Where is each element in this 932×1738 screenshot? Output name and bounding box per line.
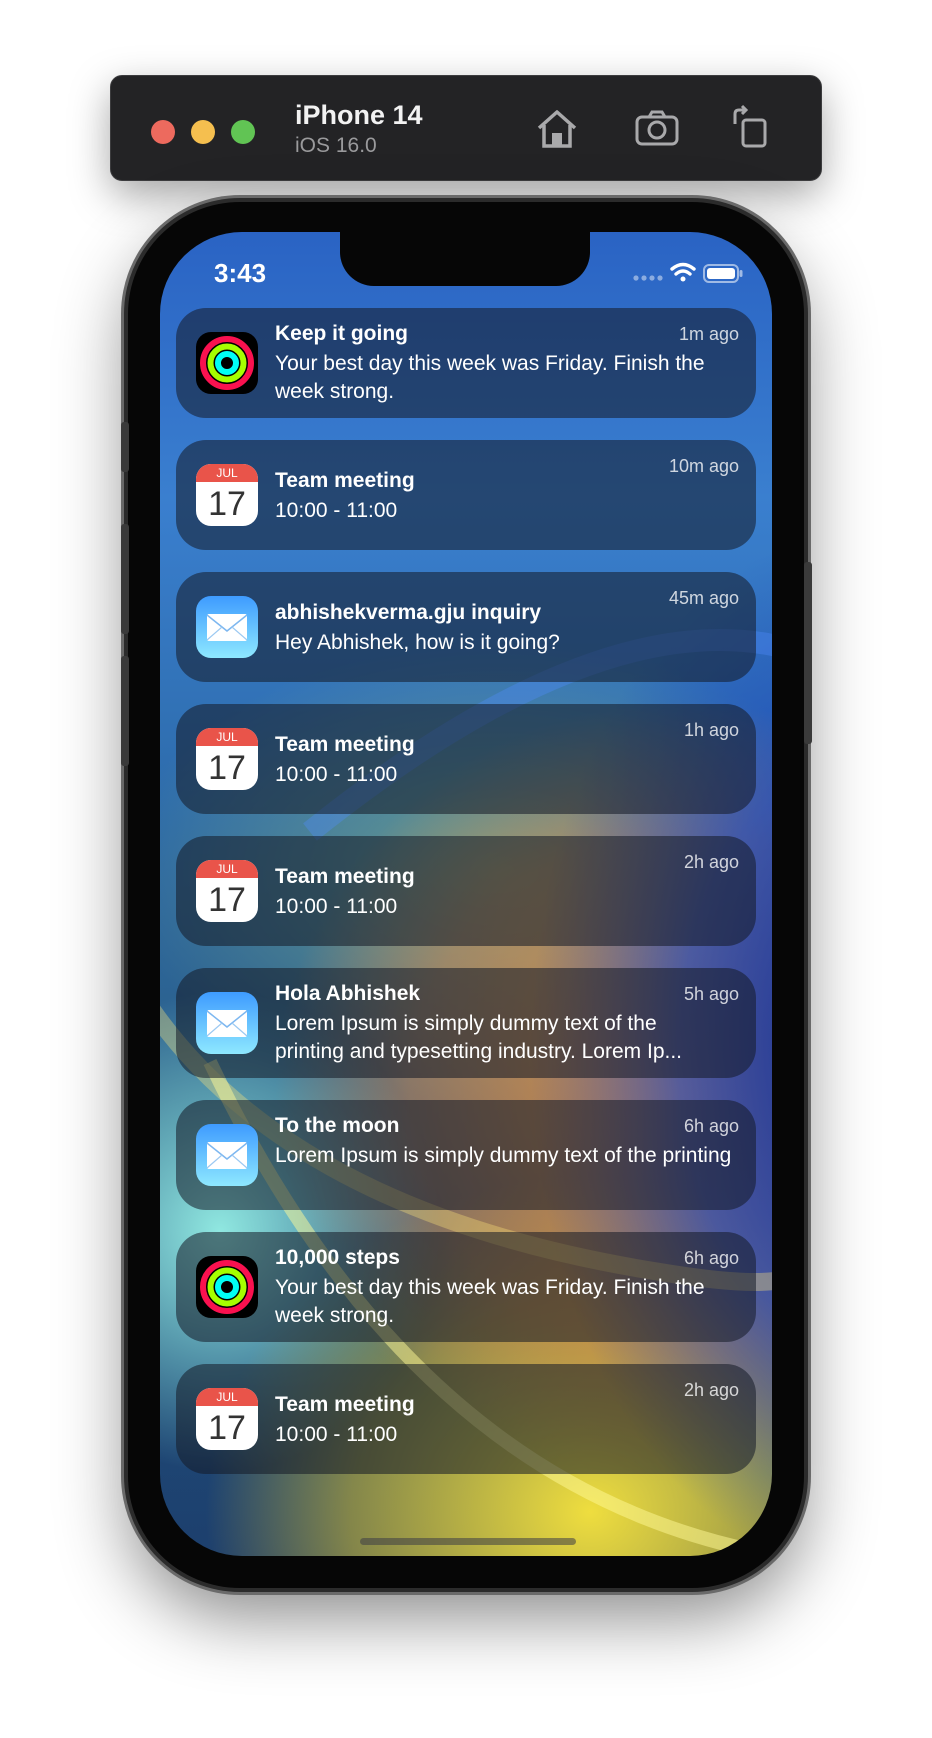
- notification-card[interactable]: To the moon Lorem Ipsum is simply dummy …: [176, 1100, 756, 1210]
- calendar-day: 17: [208, 1409, 246, 1447]
- notification-card[interactable]: 10,000 steps Your best day this week was…: [176, 1232, 756, 1342]
- silent-switch: [121, 422, 129, 472]
- notification-title: 10,000 steps: [275, 1246, 400, 1269]
- power-button: [804, 562, 812, 744]
- notification-time: 10m ago: [668, 456, 739, 476]
- calendar-app-icon: JUL 17: [196, 860, 258, 922]
- notification-card[interactable]: JUL 17 Team meeting 10:00 - 11:00 2h ago: [176, 1364, 756, 1474]
- os-version: iOS 16.0: [295, 134, 377, 157]
- signal-dots-icon: [633, 275, 663, 281]
- notification-body: Your best day this week was Friday. Fini…: [275, 352, 705, 403]
- notification-body: 10:00 - 11:00: [275, 1423, 398, 1446]
- calendar-month: JUL: [196, 728, 258, 746]
- calendar-day: 17: [208, 881, 246, 919]
- notification-title: Hola Abhishek: [275, 982, 421, 1005]
- calendar-month: JUL: [196, 1388, 258, 1406]
- notification-time: 6h ago: [683, 1116, 739, 1136]
- dynamic-notch: [340, 232, 590, 286]
- calendar-app-icon: JUL 17: [196, 464, 258, 526]
- activity-app-icon: [196, 332, 258, 394]
- home-indicator[interactable]: [360, 1538, 576, 1545]
- notification-body-line1: Lorem Ipsum is simply dummy text of the: [275, 1012, 657, 1035]
- notification-time: 45m ago: [668, 588, 739, 608]
- notification-title: abhishekverma.gju inquiry: [275, 601, 542, 624]
- notification-title: Team meeting: [275, 733, 415, 756]
- activity-app-icon: [196, 1256, 258, 1318]
- calendar-month: JUL: [196, 860, 258, 878]
- notification-title: Team meeting: [275, 469, 415, 492]
- wifi-icon: [670, 262, 696, 282]
- notification-title: To the moon: [275, 1114, 400, 1137]
- simulator-toolbar: iPhone 14 iOS 16.0: [110, 75, 822, 181]
- notification-time: 1m ago: [678, 324, 739, 344]
- calendar-month: JUL: [196, 464, 258, 482]
- calendar-app-icon: JUL 17: [196, 1388, 258, 1450]
- notification-card[interactable]: JUL 17 Team meeting 10:00 - 11:00 1h ago: [176, 704, 756, 814]
- notification-time: 2h ago: [683, 1380, 739, 1400]
- rotate-icon[interactable]: [727, 104, 775, 152]
- notification-body: 10:00 - 11:00: [275, 499, 398, 522]
- notification-body: Lorem Ipsum is simply dummy text of the …: [275, 1144, 732, 1167]
- notification-time: 5h ago: [683, 984, 739, 1004]
- notification-body-line2: printing and typesetting industry. Lorem…: [275, 1040, 682, 1063]
- device-name: iPhone 14: [295, 100, 423, 130]
- notification-card[interactable]: JUL 17 Team meeting 10:00 - 11:00 10m ag…: [176, 440, 756, 550]
- volume-down-button: [121, 656, 129, 766]
- notification-time: 6h ago: [683, 1248, 739, 1268]
- notification-body: Hey Abhishek, how is it going?: [275, 631, 560, 654]
- screenshot-camera-icon[interactable]: [633, 104, 681, 152]
- notification-title: Keep it going: [275, 322, 408, 345]
- mail-app-icon: [196, 992, 258, 1054]
- calendar-day: 17: [208, 485, 246, 523]
- notification-body: 10:00 - 11:00: [275, 895, 398, 918]
- minimize-window-button[interactable]: [191, 120, 215, 144]
- status-time: 3:43: [214, 258, 267, 288]
- home-icon[interactable]: [533, 104, 581, 152]
- calendar-day: 17: [208, 749, 246, 787]
- notification-card[interactable]: Hola Abhishek Lorem Ipsum is simply dumm…: [176, 968, 756, 1078]
- notification-card[interactable]: Keep it going Your best day this week wa…: [176, 308, 756, 418]
- notification-body: 10:00 - 11:00: [275, 763, 398, 786]
- zoom-window-button[interactable]: [231, 120, 255, 144]
- mail-app-icon: [196, 596, 258, 658]
- mail-app-icon: [196, 1124, 258, 1186]
- battery-icon: [703, 264, 743, 283]
- notification-body: Your best day this week was Friday. Fini…: [275, 1276, 705, 1327]
- notification-time: 2h ago: [683, 852, 739, 872]
- close-window-button[interactable]: [151, 120, 175, 144]
- status-icons: [633, 262, 743, 283]
- notification-title: Team meeting: [275, 865, 415, 888]
- notification-card[interactable]: abhishekverma.gju inquiry Hey Abhishek, …: [176, 572, 756, 682]
- notification-time: 1h ago: [683, 720, 739, 740]
- notification-title: Team meeting: [275, 1393, 415, 1416]
- notification-card[interactable]: JUL 17 Team meeting 10:00 - 11:00 2h ago: [176, 836, 756, 946]
- volume-up-button: [121, 524, 129, 634]
- calendar-app-icon: JUL 17: [196, 728, 258, 790]
